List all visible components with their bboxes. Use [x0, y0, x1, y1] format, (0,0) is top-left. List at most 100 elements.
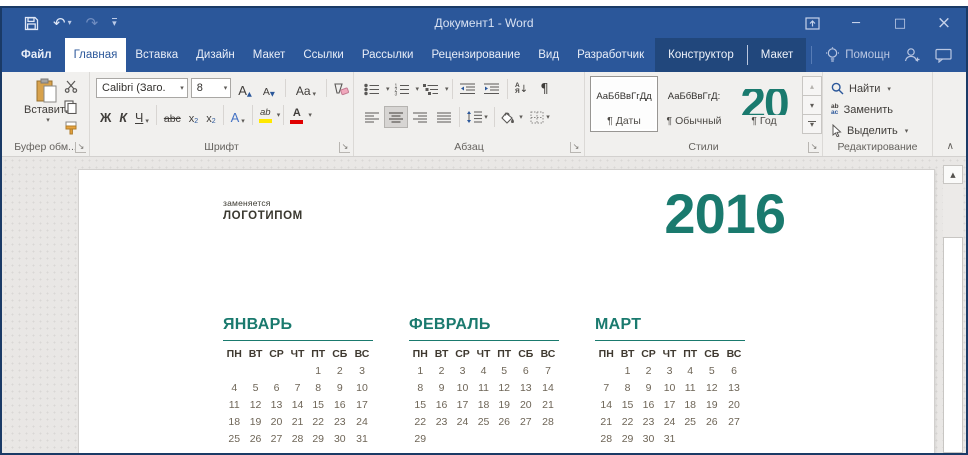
tab-разработчик[interactable]: Разработчик: [568, 38, 653, 72]
tab-ссылки[interactable]: Ссылки: [294, 38, 353, 72]
numbering-button[interactable]: 123: [390, 78, 414, 100]
align-left-button[interactable]: [360, 106, 384, 128]
multilevel-dropdown-icon[interactable]: ▾: [445, 85, 449, 93]
contextual-tab-макет[interactable]: Макет: [748, 38, 807, 72]
grow-font-button[interactable]: А▲: [234, 76, 256, 101]
scroll-up-icon[interactable]: ▲: [943, 165, 963, 184]
font-color-button[interactable]: А: [287, 107, 306, 124]
weekday-cell: СБ: [515, 346, 537, 362]
superscript-button[interactable]: x2: [202, 103, 219, 128]
date-cell: 16: [638, 396, 660, 413]
align-center-button[interactable]: [384, 106, 408, 128]
styles-more-button[interactable]: ▾: [802, 114, 822, 134]
find-button[interactable]: Найти ▾: [831, 78, 932, 99]
tab-дизайн[interactable]: Дизайн: [187, 38, 244, 72]
comments-button[interactable]: [935, 48, 952, 63]
weekday-cell: СР: [638, 346, 660, 362]
clear-formatting-button[interactable]: [333, 81, 349, 96]
select-button[interactable]: Выделить ▾: [831, 120, 932, 141]
show-marks-button[interactable]: ¶: [533, 78, 557, 100]
cut-icon[interactable]: [64, 80, 78, 93]
maximize-button[interactable]: □: [878, 8, 922, 38]
shading-button[interactable]: ▾: [498, 106, 526, 128]
font-name-combobox[interactable]: Calibri (Заго.▾: [96, 78, 188, 98]
tab-file[interactable]: Файл: [8, 38, 65, 72]
date-cell: 28: [287, 430, 307, 447]
align-right-button[interactable]: [408, 106, 432, 128]
change-case-button[interactable]: Aa▾: [292, 76, 320, 101]
minimize-button[interactable]: ─: [834, 8, 878, 38]
style-card[interactable]: 20¶ Год: [730, 76, 798, 132]
ribbon-display-options-button[interactable]: [790, 8, 834, 38]
shrink-font-button[interactable]: А▼: [259, 76, 279, 101]
contextual-tab-конструктор[interactable]: Конструктор: [655, 38, 747, 72]
copy-icon[interactable]: [64, 100, 77, 114]
close-button[interactable]: ×: [922, 8, 966, 38]
editing-group: Найти ▾ abac Заменить Выделить ▾ Редакти…: [823, 72, 933, 156]
sign-in-button[interactable]: [904, 47, 921, 63]
select-dropdown-icon: ▾: [905, 127, 909, 135]
tab-рассылки[interactable]: Рассылки: [353, 38, 423, 72]
highlight-button[interactable]: ab: [256, 107, 275, 123]
font-size-combobox[interactable]: 8▾: [191, 78, 231, 98]
date-cell: 20: [515, 396, 537, 413]
subscript-button[interactable]: x2: [185, 103, 202, 128]
date-cell: 17: [452, 396, 474, 413]
redo-icon[interactable]: ↷: [86, 16, 99, 31]
justify-button[interactable]: [432, 106, 456, 128]
divider: [252, 105, 253, 125]
format-painter-icon[interactable]: [64, 121, 78, 135]
style-card[interactable]: АаБбВвГгДд¶ Даты: [590, 76, 658, 132]
font-group-label: Шрифт: [90, 141, 353, 153]
save-icon[interactable]: [24, 16, 39, 31]
tab-рецензирование[interactable]: Рецензирование: [422, 38, 529, 72]
underline-dropdown-icon: ▾: [145, 117, 149, 125]
date-cell: [701, 430, 723, 447]
bold-button[interactable]: Ж: [96, 103, 115, 128]
font-color-dropdown-icon[interactable]: ▾: [308, 111, 312, 119]
date-cell: 2: [638, 362, 660, 379]
svg-text:3: 3: [394, 91, 397, 96]
increase-indent-button[interactable]: [480, 78, 504, 100]
decrease-indent-icon: [460, 83, 475, 95]
text-effects-button[interactable]: А▾: [227, 103, 249, 128]
document-page[interactable]: заменяется ЛОГОТИПОМ 2016 ЯНВАРЬПНВТСРЧТ…: [78, 169, 935, 455]
tell-me-button[interactable]: Помощн: [826, 47, 890, 63]
styles-scroll-up-icon[interactable]: ▴: [802, 76, 822, 95]
weekday-cell: ЧТ: [287, 346, 307, 362]
scrollbar-thumb[interactable]: [943, 237, 963, 453]
highlight-dropdown-icon[interactable]: ▾: [277, 111, 281, 119]
style-card[interactable]: АаБбВвГгД:¶ Обычный: [660, 76, 728, 132]
decrease-indent-button[interactable]: [456, 78, 480, 100]
borders-button[interactable]: ▾: [526, 106, 554, 128]
date-cell: 19: [701, 396, 723, 413]
strikethrough-button[interactable]: abc: [160, 103, 185, 128]
paragraph-dialog-launcher-icon[interactable]: ↘: [570, 142, 581, 153]
italic-button[interactable]: К: [115, 103, 131, 128]
collapse-ribbon-icon[interactable]: ∧: [947, 141, 954, 152]
undo-button[interactable]: ↶▾: [53, 16, 72, 31]
underline-button[interactable]: Ч▾: [131, 103, 153, 128]
vertical-scrollbar[interactable]: ▲: [943, 165, 963, 453]
tab-главная[interactable]: Главная: [65, 38, 127, 72]
clipboard-dialog-launcher-icon[interactable]: ↘: [75, 142, 86, 153]
weekday-cell: ВТ: [245, 346, 265, 362]
replace-button[interactable]: abac Заменить: [831, 99, 932, 120]
line-spacing-button[interactable]: ▾: [463, 106, 491, 128]
bullets-button[interactable]: [360, 78, 384, 100]
date-cell: [723, 430, 745, 447]
sort-button[interactable]: АЯ ↓: [511, 78, 533, 100]
tab-вид[interactable]: Вид: [529, 38, 568, 72]
tab-вставка[interactable]: Вставка: [126, 38, 187, 72]
multilevel-list-button[interactable]: [419, 78, 443, 100]
highlight-color-bar: [259, 119, 272, 123]
font-dialog-launcher-icon[interactable]: ↘: [339, 142, 350, 153]
styles-dialog-launcher-icon[interactable]: ↘: [808, 142, 819, 153]
customize-qat-button[interactable]: ▾: [112, 18, 117, 29]
undo-dropdown-icon[interactable]: ▾: [68, 19, 72, 27]
divider: [283, 105, 284, 125]
date-cell: 1: [617, 362, 637, 379]
tab-макет[interactable]: Макет: [244, 38, 295, 72]
styles-scroll-down-icon[interactable]: ▾: [802, 95, 822, 114]
replace-icon: abac: [831, 104, 839, 116]
